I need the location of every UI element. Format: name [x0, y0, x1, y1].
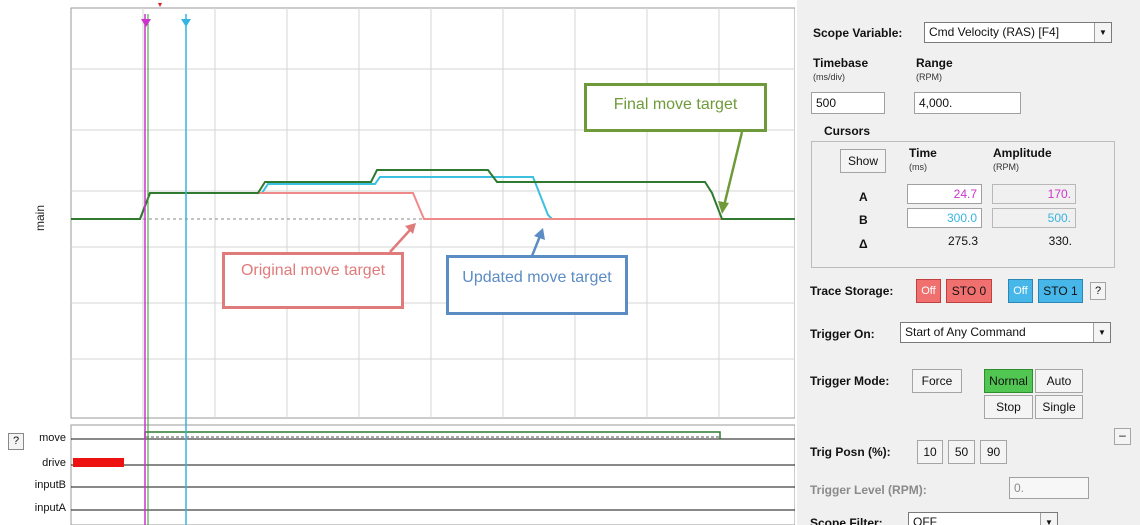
channel-label-inputa: inputA	[34, 502, 66, 514]
digital-help-button[interactable]: ?	[8, 433, 24, 450]
scope-window: main Final move target Original move tar…	[0, 0, 1140, 525]
stop-button[interactable]: Stop	[984, 395, 1033, 419]
cursor-b-time-input[interactable]: 300.0	[907, 208, 982, 228]
trigger-on-value: Start of Any Command	[905, 325, 1026, 339]
sto0-button[interactable]: STO 0	[946, 279, 992, 303]
callout-final-move-target: Final move target	[584, 83, 767, 132]
trig-posn-label: Trig Posn (%):	[810, 445, 891, 459]
normal-mode-button[interactable]: Normal	[984, 369, 1033, 393]
drive-signal-bar	[73, 458, 124, 467]
scope-variable-label: Scope Variable:	[813, 26, 903, 40]
force-trigger-button[interactable]: Force	[912, 369, 962, 393]
scope-filter-select[interactable]: OFF ▼	[908, 512, 1058, 525]
chevron-down-icon[interactable]: ▼	[1093, 323, 1110, 342]
sto1-off-button[interactable]: Off	[1008, 279, 1033, 303]
chevron-down-icon[interactable]: ▼	[1040, 513, 1057, 525]
cursor-time-header: Time	[909, 146, 937, 160]
range-label: Range	[916, 56, 953, 70]
timebase-input[interactable]: 500	[811, 92, 885, 114]
trig-posn-90-button[interactable]: 90	[980, 440, 1007, 464]
channel-label-drive: drive	[42, 457, 66, 469]
cursor-amplitude-unit: (RPM)	[993, 162, 1019, 172]
cursors-title: Cursors	[821, 124, 874, 138]
cursor-time-unit: (ms)	[909, 162, 927, 172]
y-axis-label: main	[33, 204, 47, 232]
cursor-b-amplitude: 500.	[992, 208, 1076, 228]
cursor-delta-time: 275.3	[947, 234, 978, 248]
timebase-unit: (ms/div)	[813, 72, 845, 82]
trigger-mode-label: Trigger Mode:	[810, 374, 890, 388]
trigger-on-label: Trigger On:	[810, 327, 875, 341]
range-input[interactable]: 4,000.	[914, 92, 1021, 114]
cursor-row-a-label: A	[859, 190, 868, 204]
chevron-down-icon[interactable]: ▼	[1094, 23, 1111, 42]
trace-storage-help-button[interactable]: ?	[1090, 282, 1106, 300]
channel-label-move: move	[39, 432, 66, 444]
cursor-a-time-input[interactable]: 24.7	[907, 184, 982, 204]
show-cursors-button[interactable]: Show	[840, 149, 886, 173]
scope-variable-select[interactable]: Cmd Velocity (RAS) [F4] ▼	[924, 22, 1112, 43]
single-button[interactable]: Single	[1035, 395, 1083, 419]
trigger-on-select[interactable]: Start of Any Command ▼	[900, 322, 1111, 343]
cursor-row-b-label: B	[859, 213, 868, 227]
cursor-delta-amplitude: 330.	[1048, 234, 1072, 248]
callout-original-move-target: Original move target	[222, 252, 404, 309]
scope-variable-value: Cmd Velocity (RAS) [F4]	[929, 25, 1060, 39]
channel-label-inputb: inputB	[34, 479, 66, 491]
sto1-button[interactable]: STO 1	[1038, 279, 1083, 303]
range-unit: (RPM)	[916, 72, 942, 82]
trigger-level-label: Trigger Level (RPM):	[810, 483, 927, 497]
trig-posn-50-button[interactable]: 50	[948, 440, 975, 464]
scope-filter-label: Scope Filter:	[810, 516, 883, 525]
auto-mode-button[interactable]: Auto	[1035, 369, 1083, 393]
minimize-panel-button[interactable]: –	[1114, 428, 1131, 445]
cursor-a-amplitude: 170.	[992, 184, 1076, 204]
trigger-marker	[158, 3, 162, 7]
scope-control-panel: Scope Variable: Cmd Velocity (RAS) [F4] …	[797, 0, 1140, 525]
timebase-label: Timebase	[813, 56, 869, 70]
trace-storage-label: Trace Storage:	[810, 284, 894, 298]
callout-updated-move-target: Updated move target	[446, 255, 628, 315]
trig-posn-10-button[interactable]: 10	[917, 440, 943, 464]
trigger-level-input[interactable]: 0.	[1009, 477, 1089, 499]
cursor-amplitude-header: Amplitude	[993, 146, 1052, 160]
sto0-off-button[interactable]: Off	[916, 279, 941, 303]
scope-filter-value: OFF	[913, 515, 937, 525]
cursor-row-delta-label: Δ	[859, 237, 868, 251]
